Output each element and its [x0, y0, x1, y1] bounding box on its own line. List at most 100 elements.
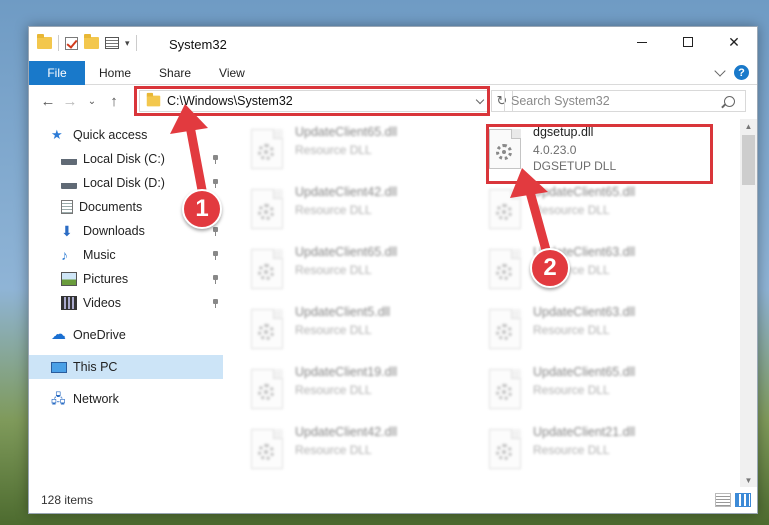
quick-access-toolbar: ▾: [37, 34, 137, 51]
sidebar-item-videos[interactable]: Videos: [61, 291, 223, 315]
dll-file-icon: [489, 369, 521, 409]
gear-icon: [496, 324, 512, 340]
minimize-button[interactable]: [619, 27, 665, 57]
pin-icon[interactable]: [212, 274, 219, 284]
sidebar-item-label: Quick access: [73, 128, 148, 142]
file-description: Resource DLL: [295, 203, 372, 217]
recent-locations-button[interactable]: ⌄: [81, 90, 103, 112]
step-1-badge: 1: [182, 189, 222, 229]
tab-share[interactable]: Share: [145, 61, 205, 85]
drive-icon: [61, 179, 77, 189]
properties-icon[interactable]: [105, 37, 119, 49]
file-description: Resource DLL: [295, 143, 372, 157]
file-name: UpdateClient65.dll: [295, 245, 398, 259]
window-controls: ✕: [619, 27, 757, 57]
file-item[interactable]: UpdateClient42.dll Resource DLL: [245, 183, 465, 235]
sidebar-item-label: Pictures: [83, 272, 129, 286]
file-description: Resource DLL: [295, 263, 372, 277]
file-item[interactable]: UpdateClient42.dll Resource DLL: [245, 423, 465, 475]
expand-ribbon-icon[interactable]: [714, 65, 726, 77]
scroll-up-icon[interactable]: ▲: [740, 119, 757, 133]
vertical-scrollbar[interactable]: ▲ ▼: [740, 119, 757, 487]
forward-button[interactable]: →: [59, 90, 81, 112]
file-item[interactable]: UpdateClient21.dll Resource DLL: [483, 423, 703, 475]
gear-icon: [496, 264, 512, 280]
window-title: System32: [169, 37, 227, 52]
scroll-down-icon[interactable]: ▼: [740, 473, 757, 487]
sidebar-item-music[interactable]: ♪ Music: [61, 243, 223, 267]
sidebar-item-this-pc[interactable]: This PC: [29, 355, 223, 379]
sidebar-item-network[interactable]: 🖧 Network: [51, 387, 217, 411]
drive-icon: [61, 155, 77, 165]
back-button[interactable]: ←: [37, 90, 59, 112]
scrollbar-thumb[interactable]: [742, 135, 755, 185]
pin-icon[interactable]: [212, 178, 219, 188]
dll-file-icon: [251, 369, 283, 409]
music-icon: ♪: [61, 247, 68, 263]
gear-icon: [496, 384, 512, 400]
videos-icon: [61, 296, 77, 310]
navigation-pane: ★ Quick access Local Disk (C:) Local Dis…: [29, 123, 223, 483]
star-icon: ★: [51, 127, 63, 142]
sidebar-item-label: Network: [73, 392, 119, 406]
pin-icon[interactable]: [212, 154, 219, 164]
tiles-view-icon[interactable]: [735, 493, 751, 507]
sidebar-item-label: Documents: [79, 200, 143, 214]
file-description: Resource DLL: [533, 443, 610, 457]
sidebar-item-label: This PC: [73, 360, 118, 374]
tab-home[interactable]: Home: [85, 61, 145, 85]
sidebar-item-quick-access[interactable]: ★ Quick access: [51, 123, 217, 147]
tab-file[interactable]: File: [29, 60, 85, 85]
help-icon[interactable]: ?: [734, 65, 749, 80]
step-2-badge: 2: [530, 248, 570, 288]
details-view-icon[interactable]: [715, 493, 731, 507]
sidebar-item-label: Local Disk (C:): [83, 152, 165, 166]
sidebar-item-local-disk-c[interactable]: Local Disk (C:): [61, 147, 223, 171]
file-description: Resource DLL: [295, 323, 372, 337]
dll-file-icon: [251, 309, 283, 349]
ribbon-tabs: File Home Share View ?: [29, 60, 757, 85]
sidebar-item-label: Music: [83, 248, 116, 262]
file-item[interactable]: UpdateClient65.dll Resource DLL: [483, 363, 703, 415]
properties-check-icon[interactable]: [65, 36, 78, 50]
search-box[interactable]: Search System32: [504, 90, 746, 112]
file-item[interactable]: UpdateClient63.dll Resource DLL: [483, 243, 703, 295]
view-buttons: [715, 493, 751, 507]
sidebar-item-pictures[interactable]: Pictures: [61, 267, 223, 291]
divider: [58, 35, 59, 51]
file-item[interactable]: UpdateClient63.dll Resource DLL: [483, 303, 703, 355]
file-description: Resource DLL: [533, 203, 610, 217]
maximize-button[interactable]: [665, 27, 711, 57]
tab-view[interactable]: View: [205, 61, 259, 85]
sidebar-item-onedrive[interactable]: ☁ OneDrive: [51, 323, 217, 347]
gear-icon: [258, 204, 274, 220]
gear-icon: [496, 444, 512, 460]
title-bar: ▾ System32 ✕: [29, 27, 757, 61]
close-button[interactable]: ✕: [711, 27, 757, 57]
file-item[interactable]: UpdateClient65.dll Resource DLL: [483, 183, 703, 235]
customize-toolbar-icon[interactable]: ▾: [125, 38, 130, 49]
file-item[interactable]: UpdateClient65.dll Resource DLL: [245, 123, 465, 175]
new-folder-icon[interactable]: [84, 34, 99, 49]
sidebar-item-label: OneDrive: [73, 328, 126, 342]
file-name: UpdateClient21.dll: [533, 425, 636, 439]
file-item[interactable]: UpdateClient19.dll Resource DLL: [245, 363, 465, 415]
file-item[interactable]: UpdateClient5.dll Resource DLL: [245, 303, 465, 355]
downloads-icon: ⬇: [61, 223, 73, 239]
folder-icon[interactable]: [37, 34, 52, 49]
dll-file-icon: [489, 189, 521, 229]
search-icon[interactable]: [724, 95, 735, 107]
pin-icon[interactable]: [212, 298, 219, 308]
file-name: UpdateClient65.dll: [295, 125, 398, 139]
sidebar-item-label: Videos: [83, 296, 121, 310]
file-item[interactable]: UpdateClient65.dll Resource DLL: [245, 243, 465, 295]
dll-file-icon: [251, 249, 283, 289]
sidebar-item-label: Local Disk (D:): [83, 176, 165, 190]
search-input[interactable]: Search System32: [505, 94, 724, 108]
pin-icon[interactable]: [212, 250, 219, 260]
gear-icon: [258, 264, 274, 280]
file-description: Resource DLL: [295, 383, 372, 397]
pin-icon[interactable]: [212, 226, 219, 236]
up-button[interactable]: ↑: [103, 90, 125, 112]
computer-icon: [51, 361, 67, 373]
